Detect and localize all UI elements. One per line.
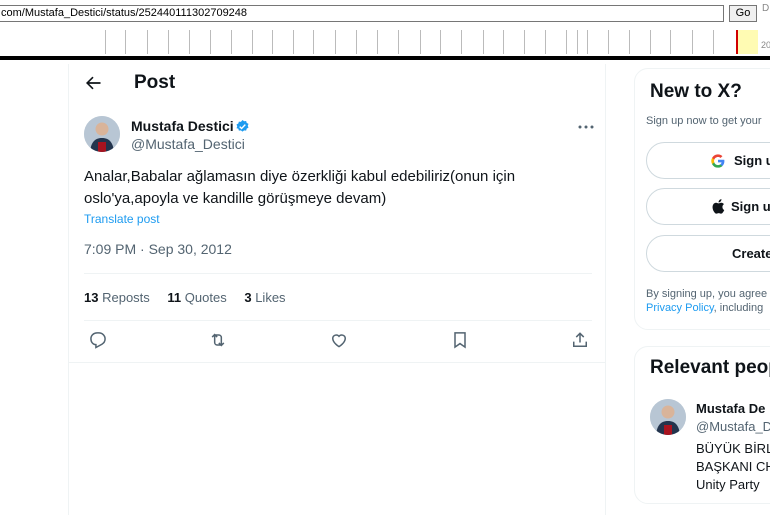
wayback-timeline-tick bbox=[398, 30, 399, 54]
quotes-label: Quotes bbox=[184, 290, 227, 305]
google-icon bbox=[711, 154, 725, 168]
wayback-timeline-tick bbox=[483, 30, 484, 54]
wayback-timeline-tick bbox=[147, 30, 148, 54]
tweet-text-line: oslo'ya,apoyla ve kandille görüşmeye dev… bbox=[84, 190, 387, 207]
verified-badge-icon bbox=[236, 119, 249, 132]
signup-legal-text: By signing up, you agree Privacy Policy,… bbox=[646, 287, 767, 315]
likes-stat[interactable]: 3 Likes bbox=[244, 290, 285, 305]
back-arrow-icon[interactable] bbox=[83, 73, 103, 93]
share-icon[interactable] bbox=[570, 330, 590, 350]
wayback-toolbar: com/Mustafa_Destici/status/2524401113027… bbox=[0, 0, 770, 60]
tweet-text: Analar,Babalar ağlamasın diye özerkliği … bbox=[84, 166, 584, 210]
wayback-timeline-tick bbox=[210, 30, 211, 54]
engagement-stats: 13 Reposts 11 Quotes 3 Likes bbox=[84, 290, 300, 305]
wayback-timeline-tick bbox=[461, 30, 462, 54]
wayback-timeline-tick bbox=[545, 30, 546, 54]
reposts-stat[interactable]: 13 Reposts bbox=[84, 290, 150, 305]
reposts-label: Reposts bbox=[102, 290, 150, 305]
reposts-count: 13 bbox=[84, 290, 99, 305]
bookmark-icon[interactable] bbox=[450, 330, 470, 350]
wayback-go-button[interactable]: Go bbox=[729, 5, 757, 22]
wayback-timeline-tick bbox=[125, 30, 126, 54]
relevant-person-bio: BÜYÜK BİRL BAŞKANI CH Unity Party bbox=[696, 440, 770, 494]
google-signup-label: Sign u bbox=[734, 153, 770, 168]
wayback-timeline-tick bbox=[587, 30, 588, 54]
wayback-timeline-tick bbox=[670, 30, 671, 54]
relevant-people-title: Relevant peop bbox=[650, 357, 770, 378]
post-header: Post bbox=[69, 64, 605, 104]
avatar[interactable] bbox=[84, 116, 120, 152]
wayback-timeline-tick bbox=[629, 30, 630, 54]
reply-icon[interactable] bbox=[88, 330, 108, 350]
create-account-button[interactable]: Create bbox=[646, 235, 770, 272]
wayback-timeline-highlight bbox=[738, 30, 758, 54]
legal-line: Privacy Policy, including bbox=[646, 301, 767, 315]
new-to-x-subtitle: Sign up now to get your bbox=[646, 115, 762, 127]
relevant-person-handle[interactable]: @Mustafa_D bbox=[696, 419, 770, 434]
wayback-url-input[interactable]: com/Mustafa_Destici/status/2524401113027… bbox=[0, 5, 724, 22]
more-icon[interactable] bbox=[577, 120, 595, 134]
google-signup-button[interactable]: Sign u bbox=[646, 142, 770, 179]
tweet-action-bar bbox=[84, 330, 592, 354]
wayback-timeline[interactable]: 20 bbox=[0, 30, 770, 56]
apple-icon bbox=[712, 199, 725, 214]
privacy-policy-link[interactable]: Privacy Policy bbox=[646, 302, 714, 314]
wayback-timeline-tick bbox=[566, 30, 567, 54]
divider bbox=[69, 362, 605, 363]
wayback-timeline-tick bbox=[503, 30, 504, 54]
author-name[interactable]: Mustafa Destici bbox=[131, 118, 234, 134]
tweet-text-line: Analar,Babalar ağlamasın diye özerkliği … bbox=[84, 168, 516, 185]
repost-icon[interactable] bbox=[208, 330, 228, 350]
wayback-timeline-tick bbox=[713, 30, 714, 54]
wayback-timeline-tick bbox=[440, 30, 441, 54]
wayback-timeline-cursor bbox=[736, 30, 738, 54]
bio-line: BÜYÜK BİRL bbox=[696, 441, 770, 456]
page-title: Post bbox=[134, 72, 176, 93]
wayback-timeline-tick bbox=[272, 30, 273, 54]
wayback-year-label: 20 bbox=[761, 40, 770, 50]
wayback-timeline-tick bbox=[356, 30, 357, 54]
wayback-timeline-tick bbox=[313, 30, 314, 54]
apple-signup-label: Sign u bbox=[731, 199, 770, 214]
translate-post-link[interactable]: Translate post bbox=[84, 212, 160, 226]
bio-line: Unity Party bbox=[696, 477, 760, 492]
likes-label: Likes bbox=[255, 290, 286, 305]
apple-signup-button[interactable]: Sign u bbox=[646, 188, 770, 225]
create-account-label: Create bbox=[732, 246, 770, 261]
wayback-timeline-tick bbox=[168, 30, 169, 54]
wayback-timeline-tick bbox=[252, 30, 253, 54]
bio-line: BAŞKANI CH bbox=[696, 459, 770, 474]
new-to-x-title: New to X? bbox=[650, 81, 742, 102]
wayback-d-label: D bbox=[762, 3, 770, 14]
wayback-timeline-tick bbox=[335, 30, 336, 54]
legal-line: By signing up, you agree bbox=[646, 288, 768, 300]
wayback-timeline-tick bbox=[377, 30, 378, 54]
avatar[interactable] bbox=[650, 399, 686, 435]
quotes-stat[interactable]: 11 Quotes bbox=[167, 290, 226, 305]
quotes-count: 11 bbox=[167, 290, 182, 305]
likes-count: 3 bbox=[244, 290, 252, 305]
divider bbox=[84, 320, 592, 321]
wayback-timeline-tick bbox=[105, 30, 106, 54]
wayback-timeline-tick bbox=[650, 30, 651, 54]
wayback-timeline-tick bbox=[577, 30, 578, 54]
post-column: Post Mustafa Destici @Mustafa_Destici An… bbox=[68, 64, 606, 515]
author-handle[interactable]: @Mustafa_Destici bbox=[131, 136, 245, 152]
wayback-timeline-tick bbox=[231, 30, 232, 54]
wayback-timeline-tick bbox=[420, 30, 421, 54]
relevant-people-card: Relevant peop Mustafa De @Mustafa_D BÜYÜ… bbox=[634, 346, 770, 504]
wayback-timeline-tick bbox=[692, 30, 693, 54]
like-icon[interactable] bbox=[329, 330, 349, 350]
tweet-timestamp[interactable]: 7:09 PM · Sep 30, 2012 bbox=[84, 241, 232, 257]
wayback-timeline-tick bbox=[608, 30, 609, 54]
wayback-timeline-tick bbox=[189, 30, 190, 54]
legal-line-rest: , including bbox=[713, 302, 764, 314]
wayback-timeline-tick bbox=[293, 30, 294, 54]
new-to-x-card: New to X? Sign up now to get your Sign u… bbox=[634, 68, 770, 330]
divider bbox=[84, 273, 592, 274]
wayback-timeline-tick bbox=[524, 30, 525, 54]
relevant-person-name[interactable]: Mustafa De bbox=[696, 401, 765, 416]
